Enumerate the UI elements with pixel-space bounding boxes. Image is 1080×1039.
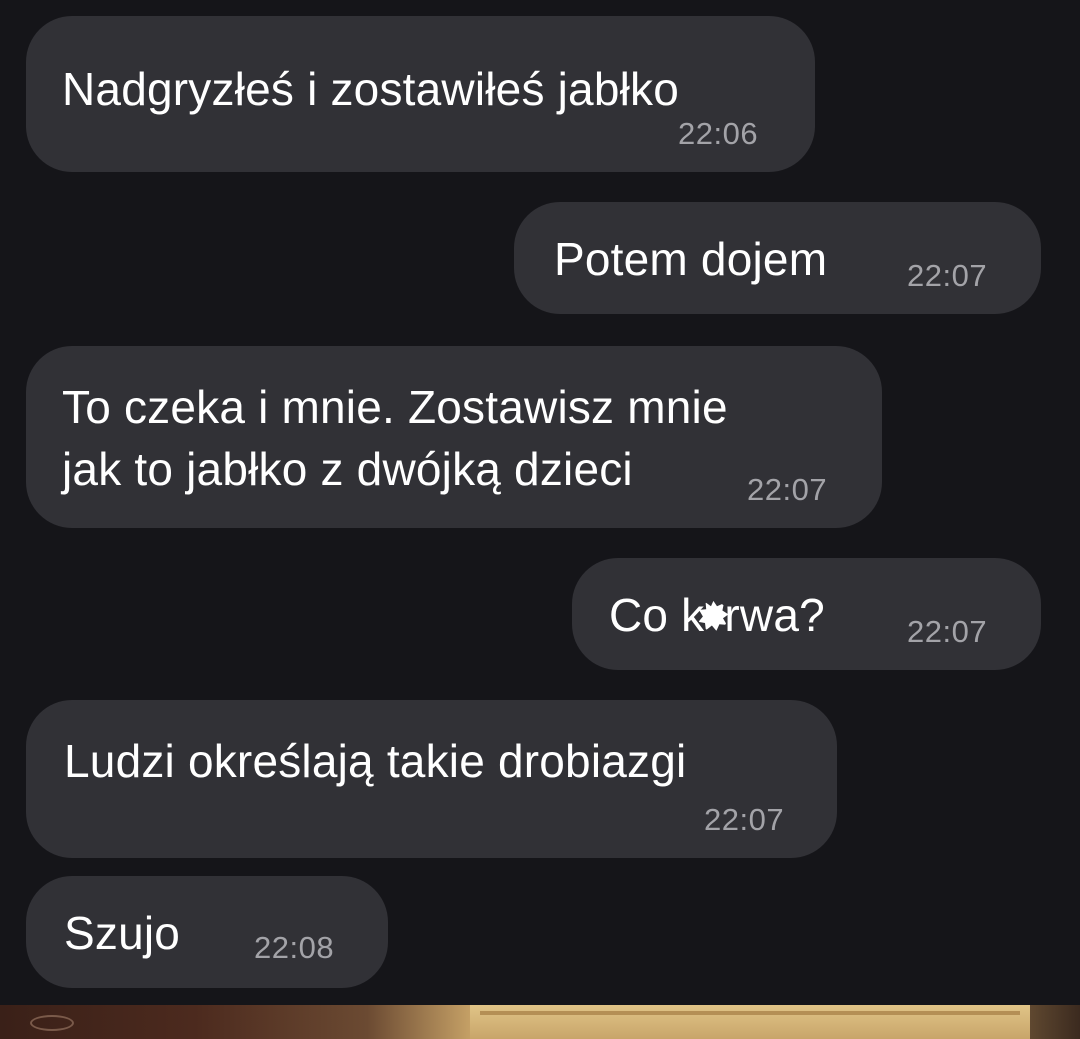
message-bubble-incoming[interactable]: Szujo 22:08 (26, 876, 388, 988)
message-text: Szujo (64, 907, 181, 959)
message-text-after-censor: rwa? (724, 589, 825, 641)
message-timestamp: 22:07 (704, 802, 785, 837)
message-text: Nadgryzłeś i zostawiłeś jabłko (62, 63, 680, 115)
photo-detail (30, 1015, 74, 1031)
message-bubble-outgoing[interactable]: Co k rwa? 22:07 (572, 558, 1041, 670)
background-photo-strip (0, 1005, 1080, 1039)
message-bubble-outgoing[interactable]: Potem dojem 22:07 (514, 202, 1041, 314)
message-text: Ludzi określają takie drobiazgi (64, 735, 687, 787)
photo-detail (480, 1011, 1020, 1015)
message-timestamp: 22:06 (678, 116, 759, 151)
message-text: Co k rwa? (609, 584, 825, 646)
message-timestamp: 22:07 (747, 472, 828, 507)
message-text: Potem dojem (554, 233, 828, 285)
message-bubble-incoming[interactable]: To czeka i mnie. Zostawisz mnie jak to j… (26, 346, 882, 528)
message-bubble-incoming[interactable]: Ludzi określają takie drobiazgi 22:07 (26, 700, 837, 858)
message-timestamp: 22:07 (907, 614, 988, 649)
message-text: To czeka i mnie. Zostawisz mnie jak to j… (62, 381, 728, 495)
message-timestamp: 22:08 (254, 930, 335, 965)
chat-thread[interactable]: Nadgryzłeś i zostawiłeś jabłko 22:06 Pot… (0, 0, 1080, 1005)
message-timestamp: 22:07 (907, 258, 988, 293)
message-text-before-censor: Co k (609, 589, 705, 641)
message-bubble-incoming[interactable]: Nadgryzłeś i zostawiłeś jabłko 22:06 (26, 16, 815, 172)
